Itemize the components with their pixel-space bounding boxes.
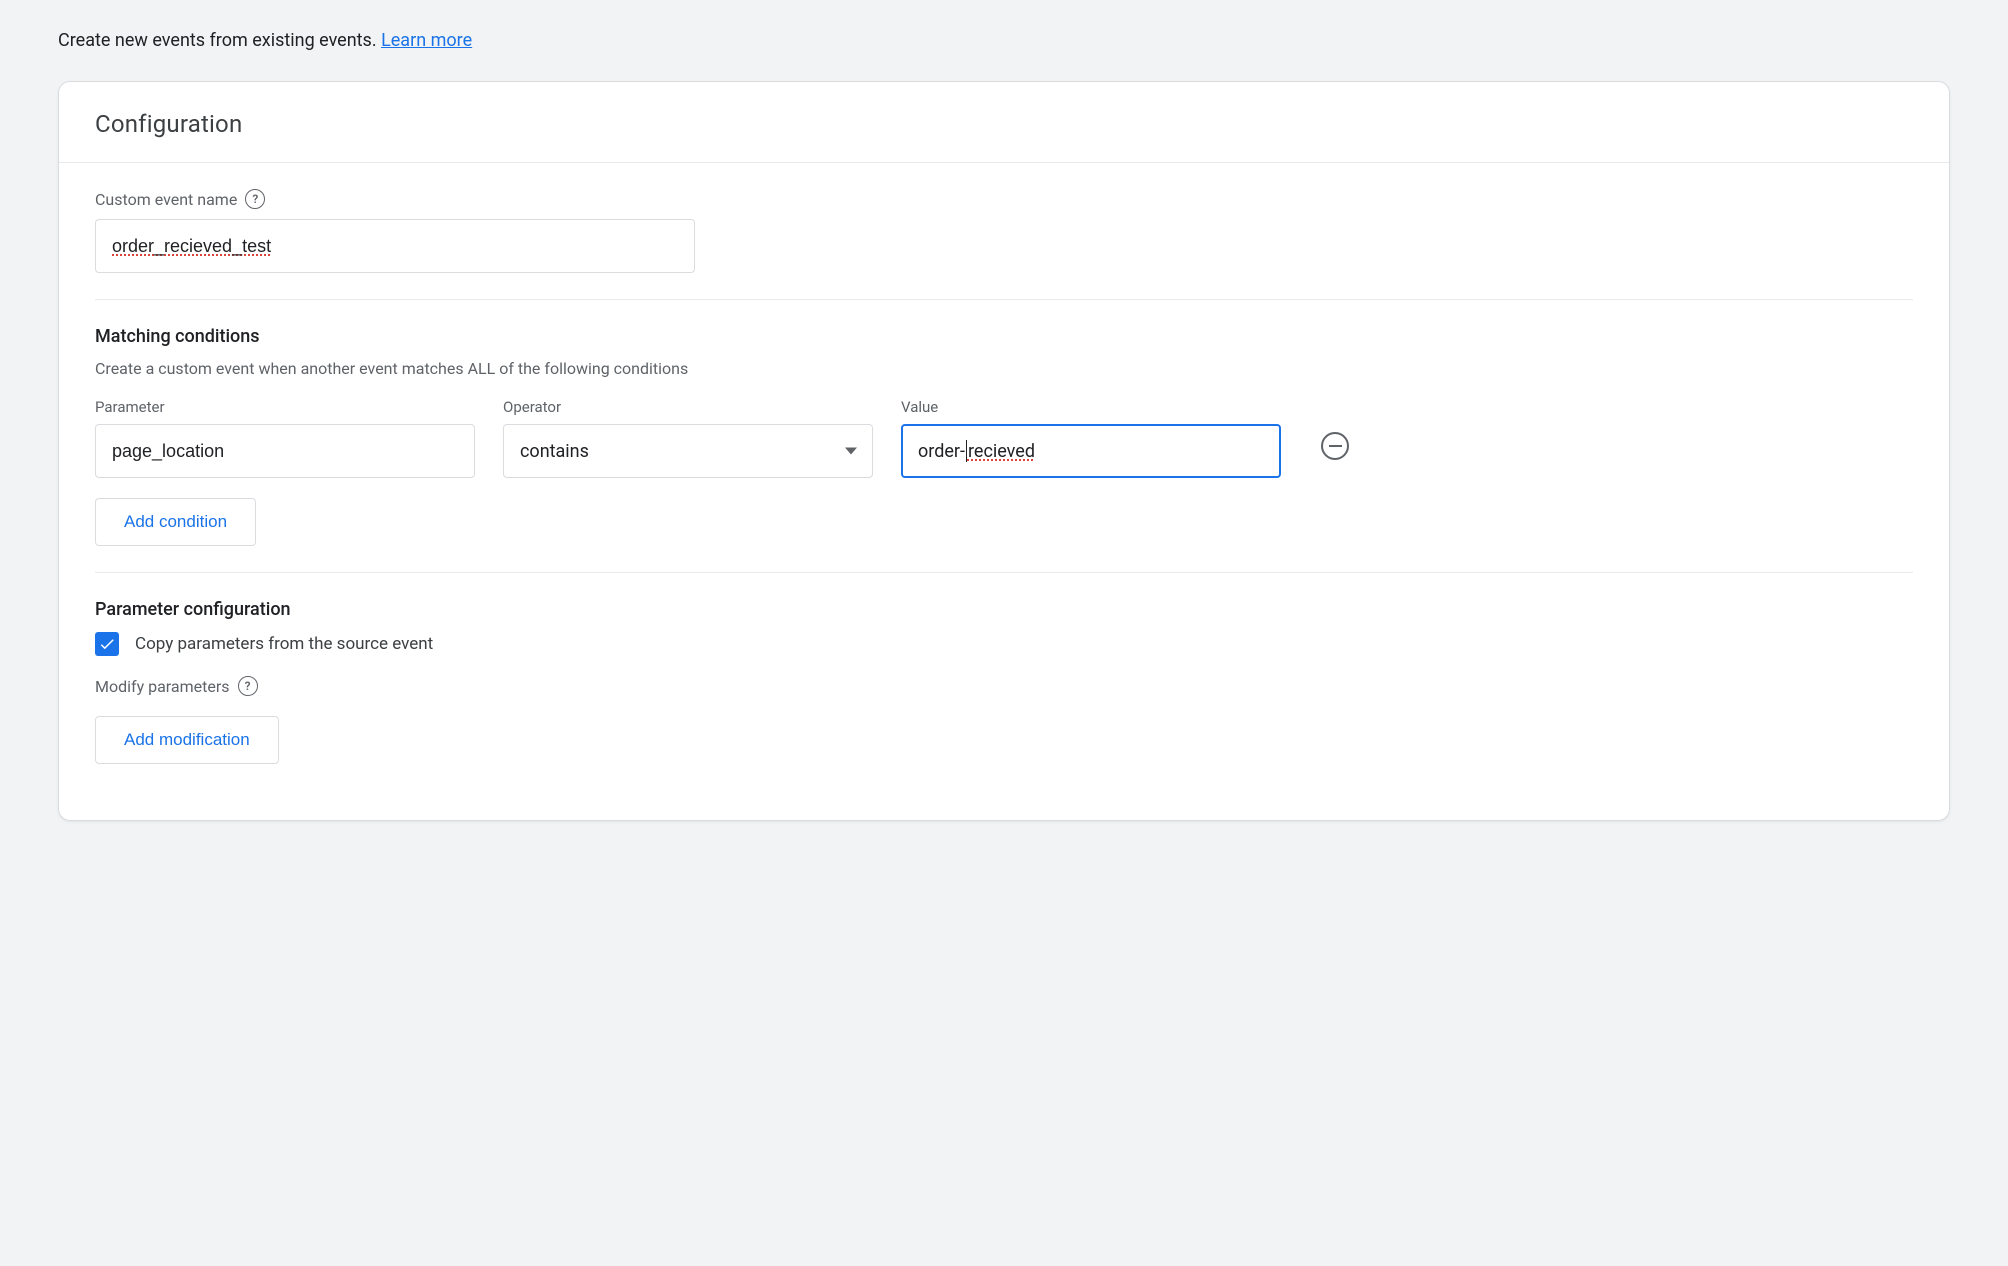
intro-text: Create new events from existing events. … bbox=[0, 20, 2008, 81]
text-caret bbox=[966, 440, 967, 462]
chevron-down-icon bbox=[845, 448, 857, 455]
matching-conditions-heading: Matching conditions bbox=[95, 326, 1913, 347]
copy-parameters-checkbox[interactable] bbox=[95, 632, 119, 656]
parameter-input[interactable] bbox=[95, 424, 475, 478]
value-input-suffix: recieved bbox=[968, 441, 1035, 462]
minus-icon bbox=[1329, 445, 1342, 447]
parameter-column-label: Parameter bbox=[95, 398, 475, 416]
check-icon bbox=[98, 635, 116, 653]
card-header: Configuration bbox=[59, 82, 1949, 163]
value-input-prefix: order- bbox=[918, 441, 965, 462]
learn-more-link[interactable]: Learn more bbox=[381, 30, 472, 51]
value-input[interactable]: order-recieved bbox=[901, 424, 1281, 478]
copy-parameters-label: Copy parameters from the source event bbox=[135, 634, 433, 654]
remove-condition-button[interactable] bbox=[1321, 432, 1349, 460]
modify-parameters-text: Modify parameters bbox=[95, 677, 230, 696]
help-icon[interactable]: ? bbox=[245, 189, 265, 209]
operator-select[interactable]: contains bbox=[503, 424, 873, 478]
add-modification-label: Add modification bbox=[124, 730, 250, 750]
matching-conditions-subtext: Create a custom event when another event… bbox=[95, 359, 1913, 378]
condition-row: Parameter Operator contains bbox=[95, 398, 1913, 478]
value-column-label: Value bbox=[901, 398, 1281, 416]
configuration-card: Configuration Custom event name ? Matchi… bbox=[58, 81, 1950, 821]
card-title: Configuration bbox=[95, 110, 1913, 138]
custom-event-name-text: Custom event name bbox=[95, 190, 237, 209]
custom-event-name-label: Custom event name ? bbox=[95, 189, 1913, 209]
add-condition-label: Add condition bbox=[124, 512, 227, 532]
custom-event-name-input[interactable] bbox=[95, 219, 695, 273]
modify-parameters-label: Modify parameters ? bbox=[95, 676, 1913, 696]
operator-column-label: Operator bbox=[503, 398, 873, 416]
operator-value: contains bbox=[520, 441, 589, 462]
help-icon[interactable]: ? bbox=[238, 676, 258, 696]
add-condition-button[interactable]: Add condition bbox=[95, 498, 256, 546]
intro-description: Create new events from existing events. bbox=[58, 30, 381, 51]
add-modification-button[interactable]: Add modification bbox=[95, 716, 279, 764]
parameter-configuration-heading: Parameter configuration bbox=[95, 599, 1913, 620]
